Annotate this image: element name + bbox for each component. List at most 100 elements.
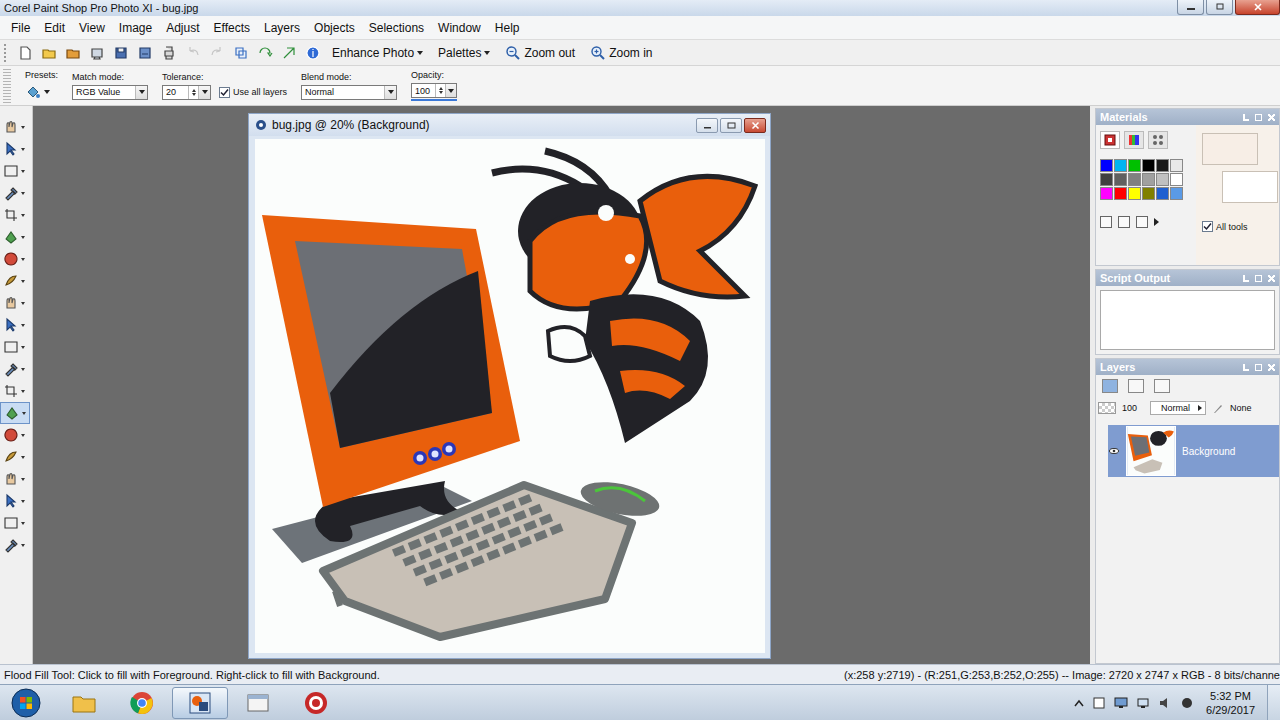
tool-button[interactable] [0, 270, 30, 292]
taskbar-app[interactable] [288, 687, 344, 719]
tool-button[interactable] [0, 160, 30, 182]
color-swatch[interactable] [1100, 159, 1113, 172]
tool-button[interactable] [0, 138, 30, 160]
color-swatch[interactable] [1128, 187, 1141, 200]
background-color-box[interactable] [1222, 171, 1278, 203]
tool-button[interactable] [0, 402, 30, 424]
restore-icon[interactable] [1255, 114, 1262, 121]
toolbar-button[interactable] [38, 42, 59, 63]
tool-button[interactable] [0, 116, 30, 138]
show-desktop-button[interactable] [1267, 685, 1280, 720]
frame-tab[interactable] [1100, 131, 1120, 149]
spin-arrows-icon[interactable] [435, 84, 444, 97]
volume-icon[interactable] [1158, 696, 1172, 710]
color-swatch[interactable] [1142, 173, 1155, 186]
pin-icon[interactable] [1243, 275, 1249, 282]
checkbox-box[interactable] [219, 87, 230, 98]
checkbox-box[interactable] [1202, 221, 1213, 232]
tool-button[interactable] [0, 424, 30, 446]
restore-icon[interactable] [1255, 364, 1262, 371]
menu-item[interactable]: Selections [362, 21, 431, 35]
action-center-icon[interactable] [1092, 696, 1106, 710]
menu-item[interactable]: Objects [307, 21, 362, 35]
tool-button[interactable] [0, 468, 30, 490]
all-tools-checkbox[interactable]: All tools [1202, 221, 1248, 232]
menu-item[interactable]: Edit [37, 21, 72, 35]
color-swatch[interactable] [1142, 159, 1155, 172]
new-swatch-icon[interactable] [1118, 216, 1130, 228]
swatch-options-icon[interactable] [1100, 216, 1112, 228]
match-mode-select[interactable]: RGB Value [72, 85, 148, 100]
display-icon[interactable] [1114, 696, 1128, 710]
menu-item[interactable]: Layers [257, 21, 307, 35]
color-swatch[interactable] [1114, 173, 1127, 186]
toolbar-text-button[interactable]: Zoom out [499, 42, 581, 63]
swatches-tab[interactable] [1148, 131, 1168, 149]
toolbar-button[interactable] [134, 42, 155, 63]
minimize-button[interactable] [1177, 0, 1204, 15]
toolbar-button[interactable] [62, 42, 83, 63]
taskbar-app[interactable] [172, 687, 228, 719]
color-swatch[interactable] [1114, 187, 1127, 200]
taskbar-app[interactable] [230, 687, 286, 719]
menu-item[interactable]: Effects [207, 21, 257, 35]
color-swatch[interactable] [1170, 187, 1183, 200]
toolbar-button[interactable] [158, 42, 179, 63]
canvas-area[interactable] [249, 136, 770, 653]
image-canvas[interactable] [255, 139, 765, 653]
toolbar-text-button[interactable]: Zoom in [584, 42, 658, 63]
menu-item[interactable]: Window [431, 21, 488, 35]
foreground-color-box[interactable] [1202, 133, 1258, 165]
document-close-button[interactable] [744, 118, 766, 133]
color-swatch[interactable] [1142, 187, 1155, 200]
pin-icon[interactable] [1243, 364, 1249, 371]
toolbar-text-button[interactable]: Enhance Photo [326, 42, 429, 63]
tool-button[interactable] [0, 226, 30, 248]
close-icon[interactable] [1268, 275, 1275, 282]
tool-button[interactable] [0, 380, 30, 402]
brush-icon[interactable] [1212, 402, 1224, 414]
toolbar-grip[interactable] [4, 44, 9, 62]
restore-icon[interactable] [1255, 275, 1262, 282]
color-swatch[interactable] [1100, 173, 1113, 186]
color-swatch[interactable] [1156, 173, 1169, 186]
opacity-spinbox[interactable]: 100 [411, 83, 457, 98]
color-swatch[interactable] [1128, 159, 1141, 172]
blend-mode-select[interactable]: Normal [301, 85, 397, 100]
toolbar-text-button[interactable]: Palettes [432, 42, 496, 63]
close-icon[interactable] [1268, 364, 1275, 371]
tool-button[interactable] [0, 512, 30, 534]
toolbar-button[interactable] [278, 42, 299, 63]
color-swatch[interactable] [1156, 159, 1169, 172]
toolbar-button[interactable] [206, 42, 227, 63]
document-title-bar[interactable]: bug.jpg @ 20% (Background) [249, 114, 770, 136]
layer-row[interactable]: Background [1108, 425, 1279, 477]
color-swatch[interactable] [1128, 173, 1141, 186]
layer-opacity[interactable]: 100 [1122, 403, 1144, 413]
close-button[interactable] [1235, 0, 1280, 15]
color-swatch[interactable] [1100, 187, 1113, 200]
menu-item[interactable]: View [72, 21, 112, 35]
toolbar-button[interactable] [254, 42, 275, 63]
tool-button[interactable] [0, 358, 30, 380]
tool-button[interactable] [0, 534, 30, 556]
tool-button[interactable] [0, 292, 30, 314]
tolerance-spinbox[interactable]: 20 [162, 85, 211, 100]
menu-item[interactable]: Adjust [159, 21, 206, 35]
app-tray-icon[interactable] [1180, 696, 1194, 710]
menu-item[interactable]: Image [112, 21, 159, 35]
options-grip[interactable] [3, 69, 11, 103]
use-all-layers-checkbox[interactable]: Use all layers [219, 87, 287, 98]
toolbar-button[interactable] [86, 42, 107, 63]
tool-button[interactable] [0, 182, 30, 204]
restore-button[interactable] [1206, 0, 1233, 15]
more-arrow-icon[interactable] [1154, 218, 1159, 226]
script-output-text[interactable] [1100, 290, 1275, 350]
document-minimize-button[interactable] [696, 118, 718, 133]
layer-properties-icon[interactable] [1154, 379, 1170, 393]
clock[interactable]: 5:32 PM 6/29/2017 [1202, 689, 1259, 717]
close-icon[interactable] [1268, 114, 1275, 121]
spin-arrows-icon[interactable] [188, 86, 198, 99]
layers-header[interactable]: Layers [1096, 359, 1279, 375]
layer-blend-mode[interactable]: Normal [1150, 401, 1206, 415]
